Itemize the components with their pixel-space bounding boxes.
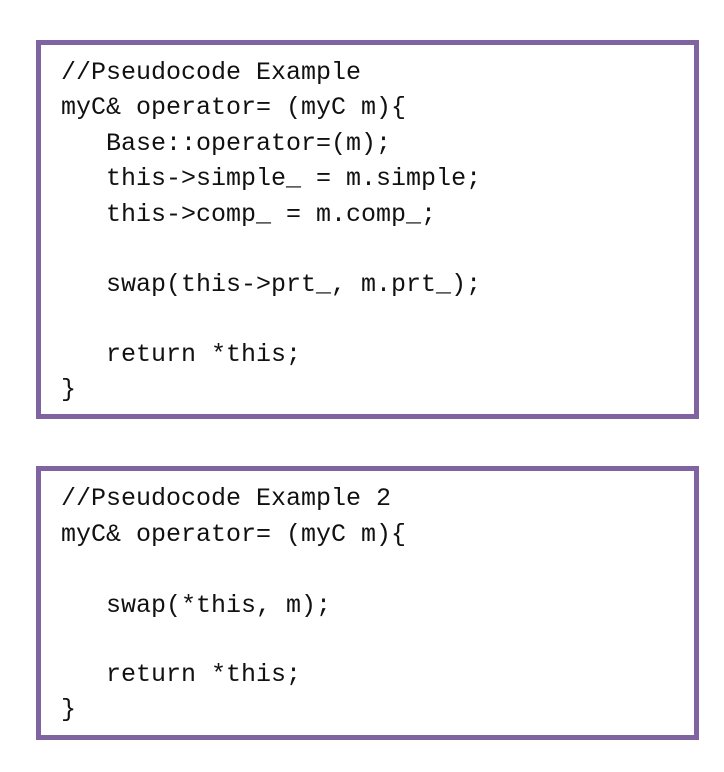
code-snippet-1: //Pseudocode Example myC& operator= (myC… xyxy=(36,40,699,419)
code-line: swap(*this, m); xyxy=(61,591,332,620)
code-comment-line: //Pseudocode Example 2 xyxy=(61,484,392,513)
code-line: this->simple_ = m.simple; xyxy=(61,164,482,193)
code-snippet-2: //Pseudocode Example 2 myC& operator= (m… xyxy=(36,466,699,740)
code-return-line: return *this; xyxy=(61,340,302,369)
code-closing-brace: } xyxy=(61,375,77,404)
code-line: swap(this->prt_, m.prt_); xyxy=(61,270,482,299)
code-line: this->comp_ = m.comp_; xyxy=(61,200,437,229)
code-signature-line: myC& operator= (myC m){ xyxy=(61,520,407,549)
code-return-line: return *this; xyxy=(61,660,302,689)
code-closing-brace: } xyxy=(61,695,77,724)
code-line: Base::operator=(m); xyxy=(61,129,392,158)
code-comment-line: //Pseudocode Example xyxy=(61,58,362,87)
code-signature-line: myC& operator= (myC m){ xyxy=(61,93,407,122)
